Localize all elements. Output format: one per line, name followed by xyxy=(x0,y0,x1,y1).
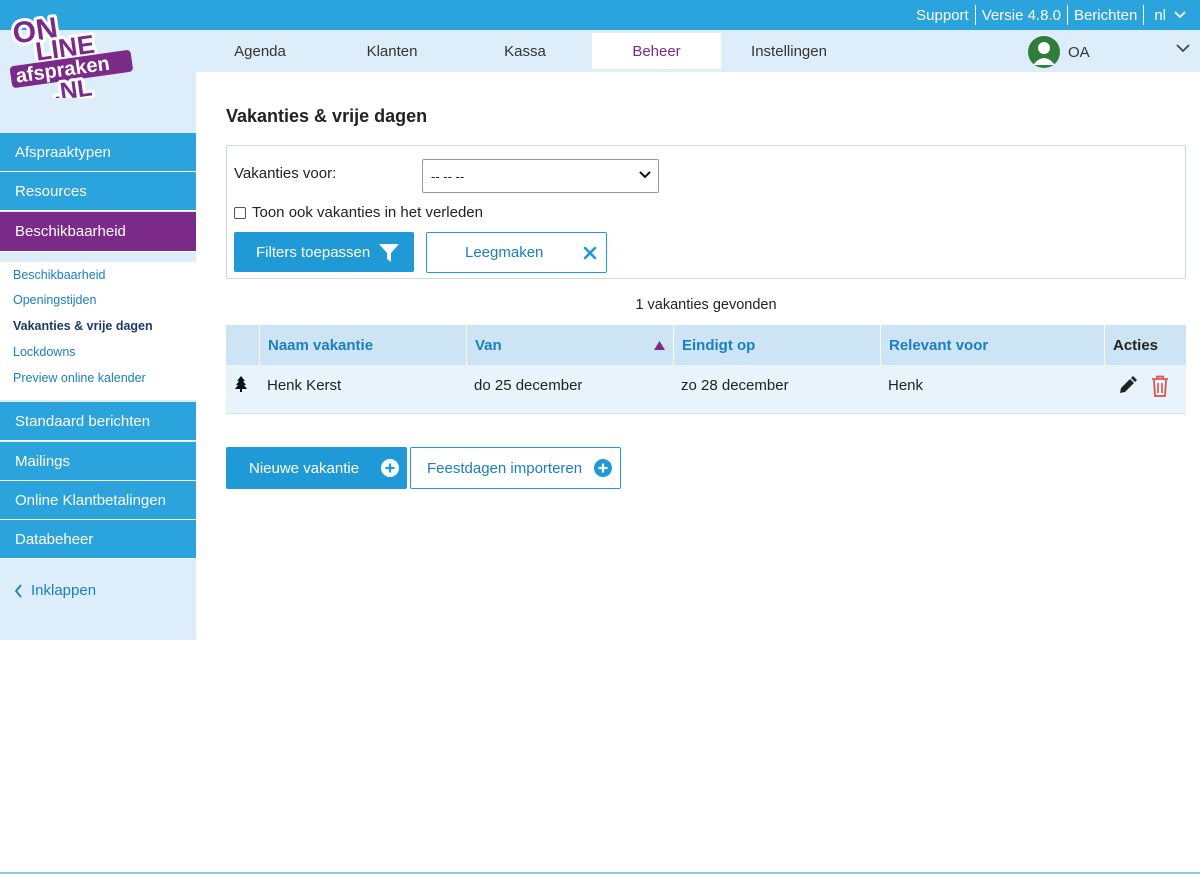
user-icon xyxy=(1033,42,1055,65)
chevron-down-icon[interactable] xyxy=(1176,44,1190,53)
avatar xyxy=(1028,36,1060,68)
subnav-lockdowns[interactable]: Lockdowns xyxy=(13,345,76,359)
filter-icon xyxy=(379,244,399,262)
user-menu[interactable]: OA xyxy=(1028,36,1090,68)
sidebar-item-online-klantbetalingen[interactable]: Online Klantbetalingen xyxy=(0,481,196,520)
cell-eindigt: zo 28 december xyxy=(681,376,789,394)
nav-klanten[interactable]: Klanten xyxy=(332,33,452,69)
import-holidays-label: Feestdagen importeren xyxy=(427,459,583,477)
subnav-openingstijden[interactable]: Openingstijden xyxy=(13,293,96,307)
chevron-down-icon xyxy=(1174,11,1186,19)
vacation-for-select[interactable]: -- -- -- xyxy=(422,159,659,193)
sidebar: Afspraaktypen Resources Beschikbaarheid … xyxy=(0,72,196,640)
import-holidays-button[interactable]: Feestdagen importeren xyxy=(410,447,621,489)
language-label: nl xyxy=(1154,6,1166,24)
sidebar-item-standaard-berichten[interactable]: Standaard berichten xyxy=(0,402,196,441)
column-header-van[interactable]: Van xyxy=(466,325,673,365)
messages-link[interactable]: Berichten xyxy=(1068,7,1143,24)
language-selector[interactable]: nl xyxy=(1144,7,1192,24)
column-header-van-label: Van xyxy=(475,336,502,354)
plus-circle-icon xyxy=(381,459,399,477)
vacations-table: Naam vakantie Van Eindigt op Relevant vo… xyxy=(226,325,1186,414)
plus-circle-icon xyxy=(594,459,612,477)
new-vacation-label: Nieuwe vakantie xyxy=(249,459,360,477)
apply-filters-button[interactable]: Filters toepassen xyxy=(234,232,414,272)
show-past-checkbox[interactable] xyxy=(234,206,246,219)
clear-filters-button[interactable]: Leegmaken xyxy=(426,232,607,273)
column-header-acties: Acties xyxy=(1104,325,1186,365)
svg-text:.NL: .NL xyxy=(52,74,94,98)
subnav-vakanties[interactable]: Vakanties & vrije dagen xyxy=(13,319,153,333)
show-past-vacations-toggle[interactable]: Toon ook vakanties in het verleden xyxy=(234,204,483,221)
cell-relevant: Henk xyxy=(888,376,924,394)
table-header: Naam vakantie Van Eindigt op Relevant vo… xyxy=(226,325,1186,365)
result-count: 1 vakanties gevonden xyxy=(635,297,777,313)
top-bar: Support Versie 4.8.0 Berichten nl xyxy=(0,0,1200,30)
subnav-preview-kalender[interactable]: Preview online kalender xyxy=(13,371,146,385)
filter-panel: Vakanties voor: -- -- -- Toon ook vakant… xyxy=(226,145,1186,279)
collapse-sidebar-button[interactable]: Inklappen xyxy=(14,582,96,599)
sidebar-item-afspraaktypen[interactable]: Afspraaktypen xyxy=(0,133,196,172)
filter-label: Vakanties voor: xyxy=(234,165,337,182)
show-past-label: Toon ook vakanties in het verleden xyxy=(252,204,483,221)
sidebar-subnav: Beschikbaarheid Openingstijden Vakanties… xyxy=(0,262,196,400)
close-icon xyxy=(583,246,597,260)
sidebar-item-databeheer[interactable]: Databeheer xyxy=(0,520,196,559)
sidebar-item-beschikbaarheid[interactable]: Beschikbaarheid xyxy=(0,212,196,252)
sort-ascending-icon xyxy=(654,341,665,350)
cell-naam: Henk Kerst xyxy=(267,376,342,394)
delete-icon[interactable] xyxy=(1151,375,1169,397)
sidebar-item-resources[interactable]: Resources xyxy=(0,172,196,211)
chevron-down-icon xyxy=(639,171,651,179)
nav-kassa[interactable]: Kassa xyxy=(465,33,585,69)
top-links: Support Versie 4.8.0 Berichten nl xyxy=(910,0,1192,30)
chevron-left-icon xyxy=(14,583,22,598)
column-header-relevant[interactable]: Relevant voor xyxy=(880,325,1104,365)
apply-filters-label: Filters toepassen xyxy=(256,243,371,261)
column-header-naam[interactable]: Naam vakantie xyxy=(259,325,466,365)
logo-image: ON ON LINE LINE afspraken .NL .NL xyxy=(8,9,133,110)
sidebar-item-mailings[interactable]: Mailings xyxy=(0,442,196,481)
select-value: -- -- -- xyxy=(431,168,465,184)
logo[interactable]: ON ON LINE LINE afspraken .NL .NL xyxy=(6,6,134,110)
nav-instellingen[interactable]: Instellingen xyxy=(729,33,849,69)
nav-beheer[interactable]: Beheer xyxy=(592,33,721,69)
clear-filters-label: Leegmaken xyxy=(465,244,544,261)
tree-icon xyxy=(235,376,247,392)
edit-icon[interactable] xyxy=(1117,376,1137,396)
support-link[interactable]: Support xyxy=(910,7,975,24)
new-vacation-button[interactable]: Nieuwe vakantie xyxy=(226,447,407,489)
table-row[interactable]: Henk Kerst do 25 december zo 28 december… xyxy=(226,365,1186,414)
main-nav: Agenda Klanten Kassa Beheer Instellingen… xyxy=(0,30,1200,72)
subnav-beschikbaarheid[interactable]: Beschikbaarheid xyxy=(13,268,105,282)
nav-agenda[interactable]: Agenda xyxy=(200,33,320,69)
column-header-eindigt[interactable]: Eindigt op xyxy=(673,325,880,365)
version-link[interactable]: Versie 4.8.0 xyxy=(976,7,1067,24)
page-title: Vakanties & vrije dagen xyxy=(226,106,428,126)
cell-van: do 25 december xyxy=(474,376,583,394)
user-initials: OA xyxy=(1068,43,1090,61)
collapse-label: Inklappen xyxy=(31,582,97,599)
